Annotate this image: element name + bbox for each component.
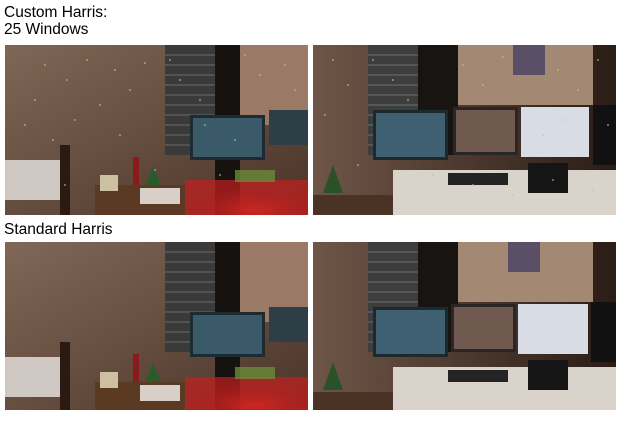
- custom-harris-caption: Custom Harris: 25 Windows: [4, 4, 107, 38]
- custom-harris-title: Custom Harris:: [4, 4, 108, 21]
- standard-right-photo: [313, 242, 616, 410]
- standard-harris-caption: Standard Harris: [4, 221, 113, 238]
- standard-left-photo: [5, 242, 308, 410]
- custom-left-photo: [5, 45, 308, 215]
- custom-right-photo: [313, 45, 616, 215]
- custom-harris-subtitle: 25 Windows: [4, 21, 89, 38]
- standard-harris-title: Standard Harris: [4, 221, 113, 238]
